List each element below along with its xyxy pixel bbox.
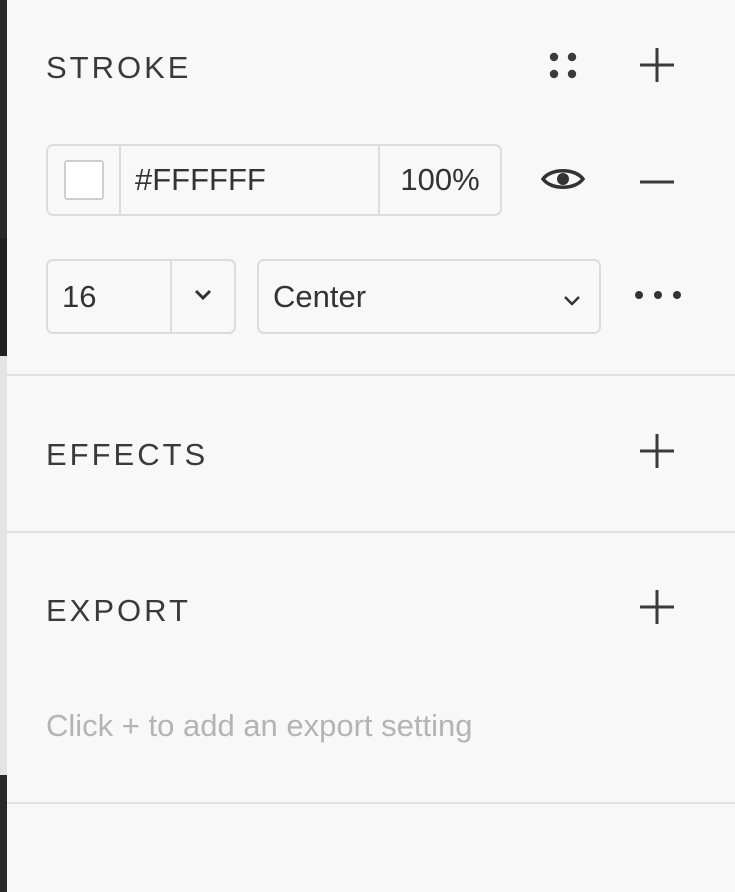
stroke-color-field: #FFFFFF 100% [46, 144, 502, 216]
stroke-weight-input[interactable]: 16 [48, 261, 172, 332]
properties-panel: STROKE #FFFFFF 100% 16 Center EFFECTS EX… [7, 0, 735, 892]
add-export-button[interactable] [633, 585, 681, 633]
chevron-down-icon [563, 279, 581, 315]
add-effect-button[interactable] [633, 429, 681, 477]
minus-icon [638, 172, 676, 190]
export-section-title: EXPORT [46, 593, 191, 628]
stroke-weight-dropdown[interactable] [172, 261, 234, 332]
hex-color-input[interactable]: #FFFFFF [121, 146, 380, 214]
section-divider [7, 802, 735, 804]
export-hint: Click + to add an export setting [46, 708, 473, 743]
swatch-cell[interactable] [48, 146, 121, 214]
remove-stroke-button[interactable] [633, 157, 681, 205]
more-horizontal-icon [633, 287, 683, 305]
plus-icon [638, 588, 676, 631]
style-button[interactable] [539, 43, 587, 91]
toggle-visibility-button[interactable] [539, 157, 587, 205]
window-left-edge-light [0, 355, 7, 775]
stroke-position-value: Center [273, 278, 367, 314]
plus-icon [638, 432, 676, 475]
stroke-position-select[interactable]: Center [257, 259, 601, 334]
eye-icon [540, 165, 586, 198]
color-swatch[interactable] [63, 160, 104, 200]
stroke-weight-field: 16 [46, 259, 236, 334]
section-divider [7, 531, 735, 533]
dots-grid-icon [547, 49, 579, 86]
plus-icon [638, 46, 676, 89]
section-divider [7, 374, 735, 376]
stroke-section-title: STROKE [46, 50, 192, 85]
add-stroke-button[interactable] [633, 43, 681, 91]
opacity-input[interactable]: 100% [380, 146, 500, 214]
chevron-down-icon [194, 288, 212, 306]
more-options-button[interactable] [633, 272, 683, 320]
effects-section-title: EFFECTS [46, 437, 209, 472]
